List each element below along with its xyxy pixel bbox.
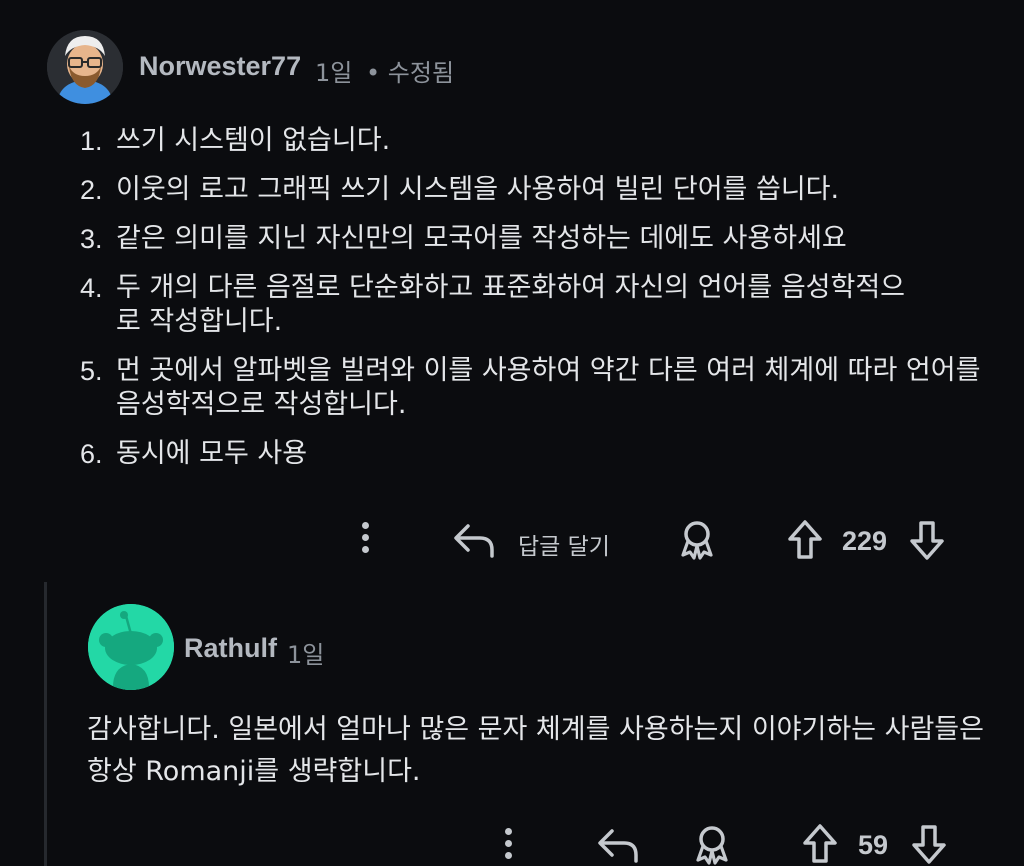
- list-item: 6. 동시에 모두 사용: [80, 437, 980, 471]
- downvote-button[interactable]: [910, 822, 948, 866]
- award-button[interactable]: [692, 824, 732, 866]
- more-options-button[interactable]: [505, 828, 512, 864]
- thread-line[interactable]: [44, 582, 47, 866]
- list-number: 1.: [80, 126, 103, 156]
- avatar-image: [47, 30, 123, 104]
- more-options-button[interactable]: [362, 522, 369, 558]
- list-item: 4. 두 개의 다른 음절로 단순화하고 표준화하여 자신의 언어를 음성학적으…: [80, 271, 916, 339]
- list-item: 1. 쓰기 시스템이 없습니다.: [80, 124, 980, 158]
- edited-label: • 수정됨: [366, 59, 455, 87]
- vote-count: 229: [842, 526, 888, 556]
- comment-author[interactable]: Norwester77: [139, 51, 301, 82]
- award-icon: [681, 521, 713, 560]
- comment-age: 1일: [315, 59, 353, 87]
- list-number: 4.: [80, 273, 103, 303]
- list-number: 3.: [80, 224, 103, 254]
- list-item: 2. 이웃의 로고 그래픽 쓰기 시스템을 사용하여 빌린 단어를 씁니다.: [80, 173, 980, 207]
- list-number: 5.: [80, 356, 103, 386]
- vote-count: 59: [858, 830, 889, 860]
- award-icon: [696, 826, 728, 865]
- upvote-arrow-icon: [803, 824, 837, 863]
- reply-label[interactable]: 답글 달기: [518, 527, 610, 561]
- upvote-button[interactable]: [801, 822, 839, 866]
- list-text: 이웃의 로고 그래픽 쓰기 시스템을 사용하여 빌린 단어를 씁니다.: [116, 174, 840, 205]
- upvote-button[interactable]: [786, 518, 824, 566]
- list-text: 같은 의미를 지닌 자신만의 모국어를 작성하는 데에도 사용하세요: [116, 223, 847, 254]
- list-item: 3. 같은 의미를 지닌 자신만의 모국어를 작성하는 데에도 사용하세요: [80, 222, 980, 256]
- avatar-norwester77[interactable]: [47, 30, 123, 104]
- list-text: 동시에 모두 사용: [116, 438, 308, 469]
- list-text: 먼 곳에서 알파벳을 빌려와 이를 사용하여 약간 다른 여러 체계에 따라 언…: [116, 355, 981, 420]
- list-text: 두 개의 다른 음절로 단순화하고 표준화하여 자신의 언어를 음성학적으로 작…: [116, 272, 906, 337]
- list-item: 5. 먼 곳에서 알파벳을 빌려와 이를 사용하여 약간 다른 여러 체계에 따…: [80, 354, 986, 422]
- reply-arrow-icon: [598, 829, 638, 863]
- downvote-button[interactable]: [908, 518, 946, 566]
- list-number: 2.: [80, 175, 103, 205]
- downvote-arrow-icon: [910, 521, 944, 560]
- comment-author[interactable]: Rathulf: [184, 633, 277, 664]
- list-text: 쓰기 시스템이 없습니다.: [116, 125, 391, 156]
- reply-button[interactable]: [452, 520, 496, 564]
- comment-age: 1일: [287, 641, 325, 669]
- comment-body: 1. 쓰기 시스템이 없습니다. 2. 이웃의 로고 그래픽 쓰기 시스템을 사…: [80, 124, 980, 486]
- snoo-avatar-image: [88, 604, 174, 690]
- upvote-arrow-icon: [788, 520, 822, 559]
- reply-button[interactable]: [596, 825, 640, 866]
- list-number: 6.: [80, 439, 103, 469]
- avatar-rathulf[interactable]: [88, 604, 174, 690]
- award-button[interactable]: [677, 519, 717, 565]
- downvote-arrow-icon: [912, 825, 946, 864]
- comment-body: 감사합니다. 일본에서 얼마나 많은 문자 체계를 사용하는지 이야기하는 사람…: [87, 714, 984, 787]
- reply-arrow-icon: [454, 524, 494, 558]
